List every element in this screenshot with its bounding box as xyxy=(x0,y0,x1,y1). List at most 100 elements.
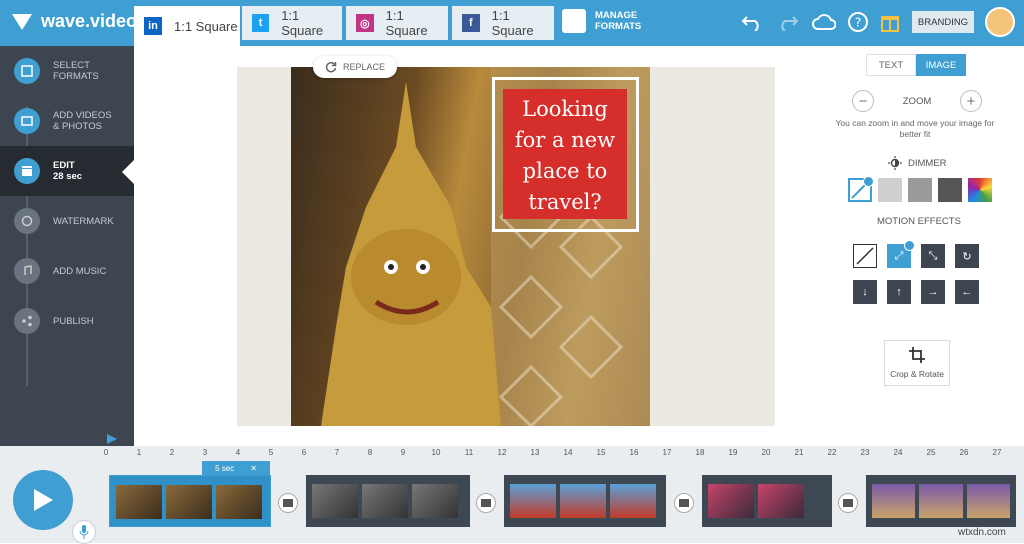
manage-formats-icon xyxy=(562,9,586,33)
timeline-tick: 2 xyxy=(169,448,175,457)
avatar[interactable] xyxy=(985,7,1015,37)
timeline-tick: 16 xyxy=(629,448,639,457)
timeline-clip[interactable] xyxy=(866,475,1016,527)
motion-zoom-in-button[interactable]: ⤢ xyxy=(887,240,915,268)
share-icon xyxy=(14,308,40,334)
help-icon[interactable]: ? xyxy=(846,10,870,34)
tab-image[interactable]: IMAGE xyxy=(916,54,966,76)
timeline-tick: 17 xyxy=(662,448,672,457)
timeline-clip[interactable] xyxy=(109,475,271,527)
transition-icon xyxy=(679,499,689,507)
manage-formats-button[interactable]: MANAGE FORMATS xyxy=(562,9,641,33)
dimmer-color-swatch[interactable] xyxy=(968,178,992,202)
clip-duration: 5 sec xyxy=(215,463,235,473)
zoom-label: ZOOM xyxy=(902,95,932,107)
timeline-tick: 4 xyxy=(235,448,241,457)
clip-thumbnail xyxy=(872,484,916,518)
timeline-clip[interactable] xyxy=(702,475,832,527)
timeline-tick: 15 xyxy=(596,448,606,457)
linkedin-icon: in xyxy=(144,17,162,35)
step-label: ADD VIDEOS xyxy=(53,110,112,121)
motion-left-button[interactable]: ← xyxy=(955,280,979,304)
selected-check-icon xyxy=(904,240,915,251)
timeline-clip[interactable] xyxy=(306,475,470,527)
replace-label: REPLACE xyxy=(342,62,386,72)
step-label: SELECT xyxy=(53,60,90,71)
timeline-tick: 9 xyxy=(400,448,406,457)
transition-button[interactable] xyxy=(838,493,858,513)
transition-icon xyxy=(843,499,853,507)
dimmer-none-swatch[interactable] xyxy=(848,176,874,202)
dimmer-dark-swatch[interactable] xyxy=(938,178,962,202)
tab-twitter[interactable]: t 1:1 Square xyxy=(242,6,342,40)
svg-text:?: ? xyxy=(855,16,861,30)
step-sublabel: 28 sec xyxy=(53,171,83,182)
motion-zoom-out-button[interactable]: ⤡ xyxy=(921,244,945,268)
gift-icon[interactable] xyxy=(878,10,902,34)
undo-icon[interactable] xyxy=(740,10,764,34)
step-sublabel: FORMATS xyxy=(53,71,99,82)
tab-label: 1:1 Square xyxy=(281,8,324,38)
motion-down-button[interactable]: ↓ xyxy=(853,280,877,304)
timeline-clip[interactable] xyxy=(504,475,666,527)
tab-linkedin[interactable]: in 1:1 Square xyxy=(134,6,240,46)
transition-button[interactable] xyxy=(674,493,694,513)
step-publish[interactable]: PUBLISH xyxy=(0,296,134,346)
motion-rotate-button[interactable]: ↻ xyxy=(955,244,979,268)
motion-none-button[interactable] xyxy=(853,244,877,268)
cloud-save-icon[interactable] xyxy=(812,10,836,34)
transition-button[interactable] xyxy=(278,493,298,513)
tab-text[interactable]: TEXT xyxy=(866,54,916,76)
step-add-music[interactable]: ADD MUSIC xyxy=(0,246,134,296)
timeline-tick: 7 xyxy=(334,448,340,457)
overlay-text-line: for a new xyxy=(514,128,616,152)
tab-label: 1:1 Square xyxy=(174,18,238,34)
step-select-formats[interactable]: SELECT FORMATS xyxy=(0,46,134,96)
tab-instagram[interactable]: ◎ 1:1 Square xyxy=(346,6,448,40)
select-formats-icon xyxy=(14,58,40,84)
steps-sidebar: SELECT FORMATS ADD VIDEOS & PHOTOS EDIT 28 … xyxy=(0,46,134,446)
clip-close-icon[interactable]: ✕ xyxy=(250,464,257,473)
app-logo[interactable]: wave.video xyxy=(10,9,137,33)
timeline-tick: 18 xyxy=(695,448,705,457)
tab-facebook[interactable]: f 1:1 Square xyxy=(452,6,554,40)
motion-up-button[interactable]: ↑ xyxy=(887,280,911,304)
transition-button[interactable] xyxy=(476,493,496,513)
properties-panel: TEXT IMAGE − ZOOM + You can zoom in and … xyxy=(790,46,1024,446)
redo-icon[interactable] xyxy=(776,10,800,34)
branding-button[interactable]: BRANDING xyxy=(912,11,974,33)
clip-thumbnail xyxy=(362,484,408,518)
step-edit[interactable]: EDIT 28 sec xyxy=(0,146,134,196)
zoom-out-button[interactable]: − xyxy=(852,90,874,112)
replace-button[interactable]: REPLACE xyxy=(313,56,397,78)
microphone-button[interactable] xyxy=(72,520,96,544)
step-label: ADD MUSIC xyxy=(53,265,107,277)
timeline-tick: 27 xyxy=(992,448,1002,457)
step-watermark[interactable]: WATERMARK xyxy=(0,196,134,246)
manage-line1: MANAGE xyxy=(595,10,638,21)
timeline-tick: 1 xyxy=(136,448,142,457)
motion-right-button[interactable]: → xyxy=(921,280,945,304)
step-add-videos[interactable]: ADD VIDEOS & PHOTOS xyxy=(0,96,134,146)
timeline-ruler[interactable]: 0 1 2 3 4 5 6 7 8 9 10 11 12 13 14 15 16 17 18 19 20 21 22 23 24… xyxy=(104,448,1016,462)
crop-rotate-button[interactable]: Crop & Rotate xyxy=(884,340,950,386)
tab-label: 1:1 Square xyxy=(491,8,534,38)
timeline-tick: 24 xyxy=(893,448,903,457)
timeline-tick: 25 xyxy=(926,448,936,457)
clip-thumbnail xyxy=(708,484,754,518)
step-label: EDIT xyxy=(53,160,75,171)
selected-check-icon xyxy=(863,176,874,187)
active-step-pointer-icon xyxy=(122,160,134,184)
crop-label: Crop & Rotate xyxy=(890,369,944,379)
timeline-tick: 20 xyxy=(761,448,771,457)
overlay-text-block[interactable]: Looking for a new place to travel? xyxy=(503,89,627,219)
clip-thumbnail xyxy=(919,484,963,518)
watermark-text: wtxdn.com xyxy=(958,527,1006,538)
step-label: WATERMARK xyxy=(53,215,114,227)
dimmer-light-swatch[interactable] xyxy=(878,178,902,202)
timeline-tick: 8 xyxy=(367,448,373,457)
play-button[interactable] xyxy=(13,470,73,530)
zoom-in-button[interactable]: + xyxy=(960,90,982,112)
clip-duration-tag[interactable]: 5 sec ✕ xyxy=(202,461,270,475)
dimmer-medium-swatch[interactable] xyxy=(908,178,932,202)
